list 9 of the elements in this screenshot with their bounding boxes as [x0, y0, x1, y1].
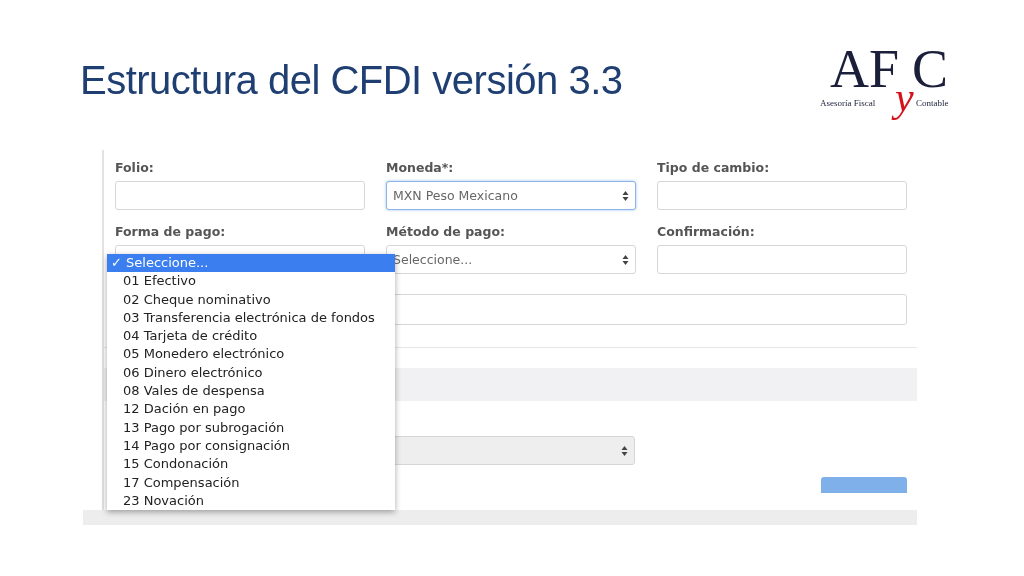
field-label: Forma de pago:: [115, 224, 227, 239]
field-label: Folio:: [115, 160, 155, 175]
slide-title: Estructura del CFDI versión 3.3: [80, 58, 623, 103]
field-label: Moneda*:: [386, 160, 455, 175]
field-label: Tipo de cambio:: [657, 160, 771, 175]
logo-tagline: Contable: [916, 98, 949, 108]
field-label: Método de pago:: [386, 224, 507, 239]
field-label: Confirmación:: [657, 224, 756, 239]
logo-tagline: Asesoría Fiscal: [820, 98, 876, 108]
